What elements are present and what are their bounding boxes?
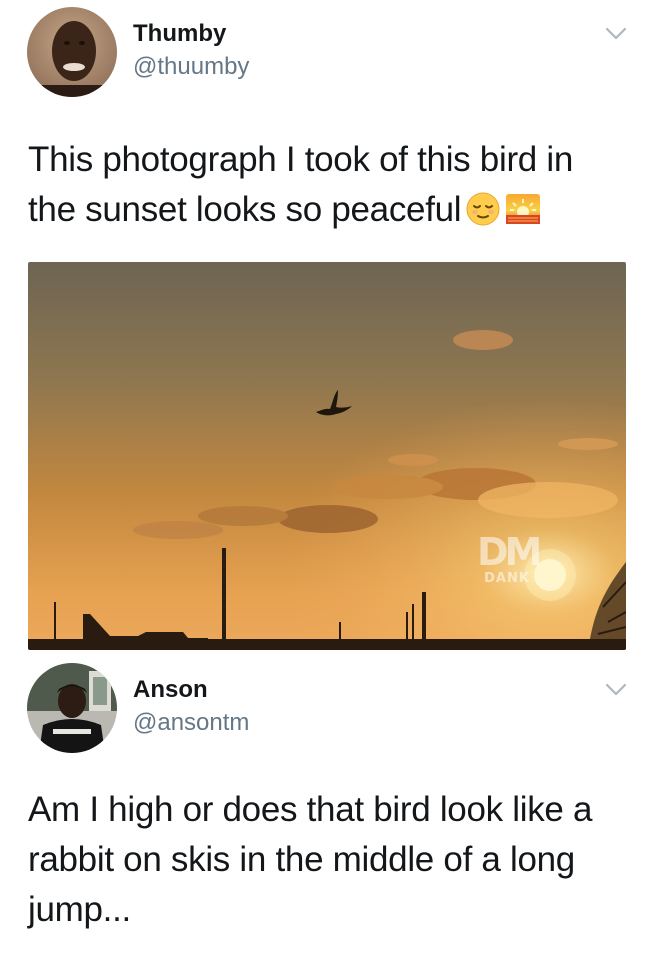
tweet-text-line: jump...: [28, 890, 131, 929]
tweet-text: Am I high or does that bird look like a …: [28, 785, 626, 935]
tweet-text: This photograph I took of this bird in t…: [28, 135, 628, 235]
display-name[interactable]: Anson: [133, 676, 208, 704]
avatar[interactable]: [27, 663, 117, 753]
tweet-photo[interactable]: DM DANK: [28, 262, 626, 650]
chevron-down-icon[interactable]: [604, 26, 628, 42]
tweet-text-line: Am I high or does that bird look like a: [28, 790, 593, 829]
avatar[interactable]: [27, 7, 117, 97]
chevron-down-icon[interactable]: [604, 682, 628, 698]
handle[interactable]: @ansontm: [133, 709, 249, 737]
sunrise-emoji: [505, 191, 541, 227]
tweet: Anson @ansontm Am I high or does that bi…: [0, 655, 654, 960]
tweet-text-line: This photograph I took of this bird in: [28, 140, 574, 179]
watermark-logo: DM DANK: [477, 530, 542, 600]
handle[interactable]: @thuumby: [133, 53, 249, 81]
watermark-text: DANK: [484, 571, 530, 586]
watermark-mark: DM: [477, 530, 542, 574]
tweet-text-line: rabbit on skis in the middle of a long: [28, 840, 575, 879]
tweet-text-line: the sunset looks so peaceful: [28, 185, 628, 235]
relieved-face-emoji: [465, 191, 501, 227]
display-name[interactable]: Thumby: [133, 20, 226, 48]
tweet: Thumby @thuumby This photograph I took o…: [0, 0, 654, 655]
